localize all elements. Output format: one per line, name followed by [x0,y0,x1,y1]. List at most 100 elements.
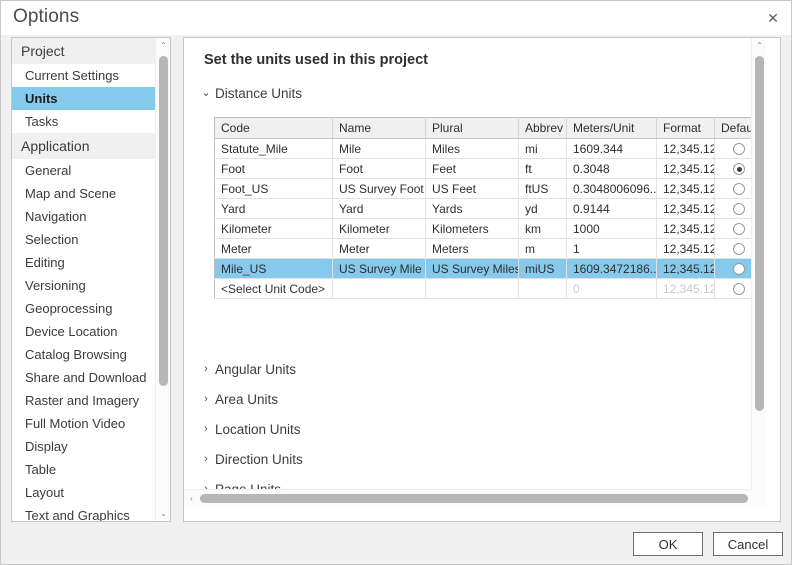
sidebar-item-navigation[interactable]: Navigation [12,205,170,228]
cell-abbrev[interactable]: mi [518,138,567,159]
default-radio[interactable] [733,263,745,276]
cell-meters-per-unit[interactable]: 0.3048006096... [566,178,657,199]
cell-abbrev[interactable] [518,278,567,299]
sidebar-item-device-location[interactable]: Device Location [12,320,170,343]
cell-format[interactable]: 12,345.12 [656,238,715,259]
cell-name[interactable]: Meter [332,238,426,259]
cell-meters-per-unit[interactable]: 1 [566,238,657,259]
cell-format[interactable]: 12,345.12 [656,198,715,219]
cell-meters-per-unit[interactable]: 1000 [566,218,657,239]
default-radio[interactable] [733,223,745,236]
sidebar-item-display[interactable]: Display [12,435,170,458]
column-header-format[interactable]: Format [656,117,715,139]
cell-code[interactable]: Statute_Mile [214,138,333,159]
cell-code[interactable]: Yard [214,198,333,219]
sidebar-scrollbar[interactable]: ⌃ ⌄ [155,38,170,521]
main-vertical-scroll-thumb[interactable] [755,56,764,411]
cell-abbrev[interactable]: yd [518,198,567,219]
main-horizontal-scroll-thumb[interactable] [200,494,748,503]
cell-plural[interactable]: US Survey Miles [425,258,519,279]
default-radio[interactable] [733,163,745,176]
sidebar-item-map-and-scene[interactable]: Map and Scene [12,182,170,205]
cell-format[interactable]: 12,345.12 [656,178,715,199]
default-radio[interactable] [733,183,745,196]
table-row[interactable]: Kilometer Kilometer Kilometers km 1000 12,345… [214,218,764,239]
main-horizontal-scrollbar[interactable]: ‹ › [184,489,766,506]
column-header-name[interactable]: Name [332,117,426,139]
cell-name[interactable]: Yard [332,198,426,219]
sidebar-scroll-up-icon[interactable]: ⌃ [156,38,170,53]
sidebar-item-raster-and-imagery[interactable]: Raster and Imagery [12,389,170,412]
cell-abbrev[interactable]: ftUS [518,178,567,199]
table-row[interactable]: Foot_US US Survey Foot US Feet ftUS 0.304800… [214,178,764,199]
main-scroll-up-icon[interactable]: ⌃ [752,38,766,53]
table-row[interactable]: Mile_US US Survey Mile US Survey Miles miUS… [214,258,764,279]
cancel-button[interactable]: Cancel [713,532,783,556]
main-scroll-left-icon[interactable]: ‹ [184,491,199,506]
sidebar-item-general[interactable]: General [12,159,170,182]
group-header-direction-units[interactable]: › Direction Units [199,452,303,467]
ok-button[interactable]: OK [633,532,703,556]
table-row[interactable]: Meter Meter Meters m 1 12,345.12 [214,238,764,259]
cell-abbrev[interactable]: km [518,218,567,239]
cell-format[interactable]: 12,345.12 [656,138,715,159]
sidebar-scroll-thumb[interactable] [159,56,168,386]
sidebar-item-share-and-download[interactable]: Share and Download [12,366,170,389]
sidebar-item-units[interactable]: Units [12,87,170,110]
cell-plural[interactable]: US Feet [425,178,519,199]
sidebar-item-table[interactable]: Table [12,458,170,481]
main-vertical-scrollbar[interactable]: ⌃ ⌄ [751,38,766,506]
cell-code[interactable]: Mile_US [214,258,333,279]
cell-abbrev[interactable]: m [518,238,567,259]
cell-meters-per-unit[interactable]: 1609.344 [566,138,657,159]
sidebar-item-selection[interactable]: Selection [12,228,170,251]
sidebar-item-editing[interactable]: Editing [12,251,170,274]
cell-plural[interactable]: Yards [425,198,519,219]
default-radio[interactable] [733,283,745,296]
column-header-abbrev[interactable]: Abbrev [518,117,567,139]
column-header-meters-unit[interactable]: Meters/Unit [566,117,657,139]
cell-name[interactable]: US Survey Mile [332,258,426,279]
group-header-location-units[interactable]: › Location Units [199,422,300,437]
sidebar-scroll-down-icon[interactable]: ⌄ [156,506,170,521]
sidebar-item-full-motion-video[interactable]: Full Motion Video [12,412,170,435]
cell-code[interactable]: Foot [214,158,333,179]
cell-code[interactable]: Foot_US [214,178,333,199]
sidebar-item-layout[interactable]: Layout [12,481,170,504]
cell-plural[interactable]: Meters [425,238,519,259]
cell-code[interactable]: Kilometer [214,218,333,239]
cell-meters-per-unit[interactable]: 0.3048 [566,158,657,179]
cell-plural[interactable] [425,278,519,299]
cell-abbrev[interactable]: ft [518,158,567,179]
default-radio[interactable] [733,143,745,156]
cell-name[interactable] [332,278,426,299]
cell-name[interactable]: Foot [332,158,426,179]
group-header-distance-units[interactable]: ⌄ Distance Units [199,86,302,101]
group-header-angular-units[interactable]: › Angular Units [199,362,296,377]
sidebar-item-text-and-graphics[interactable]: Text and Graphics [12,504,170,521]
sidebar-item-current-settings[interactable]: Current Settings [12,64,170,87]
sidebar-item-catalog-browsing[interactable]: Catalog Browsing [12,343,170,366]
table-row[interactable]: Statute_Mile Mile Miles mi 1609.344 12,345.12 [214,138,764,159]
cell-plural[interactable]: Kilometers [425,218,519,239]
table-row[interactable]: Foot Foot Feet ft 0.3048 12,345.12 [214,158,764,179]
cell-name[interactable]: US Survey Foot [332,178,426,199]
sidebar-item-tasks[interactable]: Tasks [12,110,170,133]
sidebar-item-versioning[interactable]: Versioning [12,274,170,297]
cell-abbrev[interactable]: miUS [518,258,567,279]
cell-name[interactable]: Mile [332,138,426,159]
close-icon[interactable]: ✕ [759,7,787,29]
cell-meters-per-unit[interactable]: 1609.3472186... [566,258,657,279]
cell-name[interactable]: Kilometer [332,218,426,239]
cell-meters-per-unit[interactable]: 0.9144 [566,198,657,219]
distance-units-table[interactable]: Code Name Plural Abbrev Meters/Unit Format Def… [214,117,764,299]
cell-format[interactable]: 12,345.12 [656,218,715,239]
column-header-plural[interactable]: Plural [425,117,519,139]
cell-format[interactable]: 12,345.12 [656,258,715,279]
cell-code[interactable]: Meter [214,238,333,259]
cell-format[interactable]: 12,345.12 [656,278,715,299]
cell-meters-per-unit[interactable]: 0 [566,278,657,299]
cell-format[interactable]: 12,345.12 [656,158,715,179]
cell-plural[interactable]: Miles [425,138,519,159]
table-row[interactable]: <Select Unit Code> 0 12,345.12 [214,278,764,299]
